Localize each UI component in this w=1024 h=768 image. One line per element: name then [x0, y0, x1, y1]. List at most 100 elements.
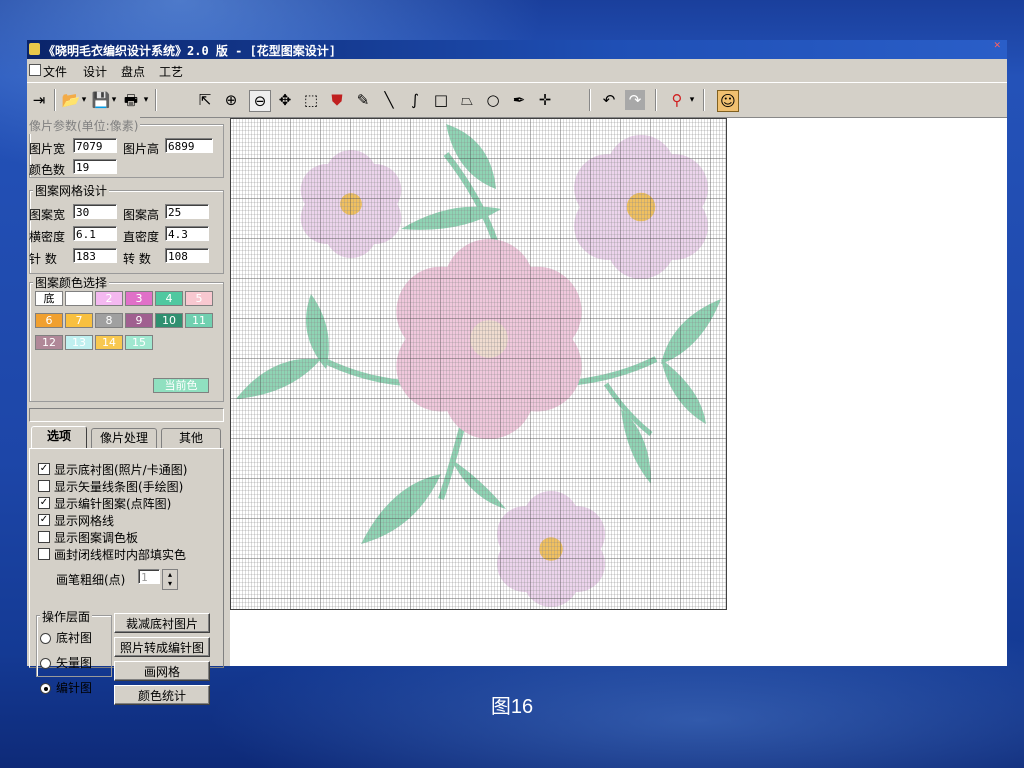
close-icon[interactable]: ✕	[993, 41, 1001, 51]
pan-icon[interactable]: ✥	[275, 90, 295, 110]
tab-options[interactable]: 选项	[31, 426, 87, 449]
coarse-grid	[231, 119, 726, 609]
color-swatch[interactable]: 6	[35, 313, 63, 328]
brush-size-label: 画笔粗细(点)	[56, 573, 126, 587]
option-checkbox[interactable]: ✓	[38, 514, 50, 526]
crop-background-button[interactable]: 裁减底衬图片	[114, 613, 210, 633]
dropdown-icon[interactable]: ▾	[109, 90, 119, 110]
brush-size-stepper[interactable]: ▴ ▾	[162, 569, 178, 590]
color-swatch[interactable]: 8	[95, 313, 123, 328]
option-label[interactable]: 画封闭线框时内部填实色	[54, 546, 186, 563]
rectangle-icon[interactable]: □	[431, 90, 451, 110]
document-icon[interactable]	[29, 64, 41, 76]
save-icon[interactable]: 💾	[91, 90, 111, 110]
polygon-icon[interactable]: ⏢	[457, 90, 477, 110]
option-checkbox[interactable]	[38, 480, 50, 492]
dropdown-icon[interactable]: ▾	[687, 90, 697, 110]
color-swatch[interactable]: 5	[185, 291, 213, 306]
pattern-width-label: 图案宽	[29, 208, 66, 222]
title-bar[interactable]: 《晓明毛衣编织设计系统》2.0 版 - [花型图案设计] ✕	[27, 40, 1007, 59]
color-swatch[interactable]: 2	[95, 291, 123, 306]
option-checkbox[interactable]: ✓	[38, 463, 50, 475]
toolbar: ⇥ 📂 ▾ 💾 ▾ 🖶 ▾ ⇱ ⊕ ⊖ ✥ ⬚ ⛊ ✎ ╲ ∫ □ ⏢ ○ ✒ …	[27, 82, 1007, 118]
splitter[interactable]	[29, 408, 224, 422]
undo-icon[interactable]: ↶	[599, 90, 619, 110]
design-canvas-area[interactable]	[230, 118, 1007, 666]
tab-image-processing[interactable]: 像片处理	[91, 428, 157, 448]
color-swatch[interactable]: 4	[155, 291, 183, 306]
image-width-field[interactable]: 7079	[73, 138, 117, 153]
print-icon[interactable]: 🖶	[121, 90, 141, 110]
brush-size-field[interactable]: 1	[138, 569, 160, 584]
image-height-field[interactable]: 6899	[165, 138, 213, 153]
photo-to-stitch-button[interactable]: 照片转成编针图	[114, 637, 210, 657]
pencil-icon[interactable]: ✎	[353, 90, 373, 110]
color-count-field[interactable]: 19	[73, 159, 117, 174]
h-density-field[interactable]: 6.1	[73, 226, 117, 241]
rows-field[interactable]: 108	[165, 248, 209, 263]
option-label[interactable]: 显示图案调色板	[54, 529, 138, 546]
tab-other[interactable]: 其他	[161, 428, 221, 448]
pattern-height-label: 图案高	[123, 208, 160, 222]
pattern-canvas[interactable]	[230, 118, 727, 610]
layer-label[interactable]: 底衬图	[56, 629, 92, 646]
layer-radio[interactable]	[40, 633, 51, 644]
color-swatch[interactable]: 11	[185, 313, 213, 328]
crosshair-icon[interactable]: ✛	[535, 90, 555, 110]
option-checkbox[interactable]: ✓	[38, 497, 50, 509]
color-swatch[interactable]: 12	[35, 335, 63, 350]
option-label[interactable]: 显示编针图案(点阵图)	[54, 495, 171, 512]
pattern-height-field[interactable]: 25	[165, 204, 209, 219]
color-swatch[interactable]: 底	[35, 291, 63, 306]
color-count-label: 颜色数	[29, 163, 66, 177]
person-icon[interactable]: ☺	[717, 90, 739, 112]
menu-file[interactable]: 文件	[43, 63, 67, 80]
app-icon	[29, 43, 40, 55]
figure-caption: 图16	[490, 696, 534, 718]
option-label[interactable]: 显示网格线	[54, 512, 114, 529]
dropdown-icon[interactable]: ▾	[79, 90, 89, 110]
exit-icon[interactable]: ⇥	[29, 90, 49, 110]
color-swatch[interactable]: 13	[65, 335, 93, 350]
menu-process[interactable]: 工艺	[159, 63, 183, 80]
toolbar-separator	[703, 89, 705, 111]
color-swatch[interactable]: 10	[155, 313, 183, 328]
open-icon[interactable]: 📂	[61, 90, 81, 110]
menu-inventory[interactable]: 盘点	[121, 63, 145, 80]
color-swatch[interactable]: 14	[95, 335, 123, 350]
option-label[interactable]: 显示矢量线条图(手绘图)	[54, 478, 183, 495]
mirror-icon[interactable]: ⚲	[667, 90, 687, 110]
color-select-legend: 图案颜色选择	[33, 274, 110, 291]
v-density-label: 直密度	[123, 230, 160, 244]
zoom-in-icon[interactable]: ⊕	[221, 90, 241, 110]
line-icon[interactable]: ╲	[379, 90, 399, 110]
color-swatch[interactable]: 15	[125, 335, 153, 350]
color-swatch[interactable]: 9	[125, 313, 153, 328]
dropdown-icon[interactable]: ▾	[141, 90, 151, 110]
color-picker-icon[interactable]: ✒	[509, 90, 529, 110]
option-label[interactable]: 显示底衬图(照片/卡通图)	[54, 461, 187, 478]
draw-grid-button[interactable]: 画网格	[114, 661, 210, 681]
option-checkbox[interactable]	[38, 531, 50, 543]
menu-design[interactable]: 设计	[83, 63, 107, 80]
toolbar-separator	[589, 89, 591, 111]
layer-radio[interactable]	[40, 658, 51, 669]
rect-select-icon[interactable]: ⬚	[301, 90, 321, 110]
color-swatch[interactable]: 1	[65, 291, 93, 306]
stitches-field[interactable]: 183	[73, 248, 117, 263]
pattern-width-field[interactable]: 30	[73, 204, 117, 219]
zoom-out-icon[interactable]: ⊖	[249, 90, 271, 112]
ellipse-icon[interactable]: ○	[483, 90, 503, 110]
v-density-field[interactable]: 4.3	[165, 226, 209, 241]
pattern-drawing	[231, 119, 726, 609]
layer-label[interactable]: 矢量图	[56, 654, 92, 671]
color-swatch[interactable]: 3	[125, 291, 153, 306]
paint-bucket-icon[interactable]: ⛊	[327, 90, 347, 110]
color-swatch[interactable]: 7	[65, 313, 93, 328]
option-checkbox[interactable]	[38, 548, 50, 560]
redo-icon[interactable]: ↷	[625, 90, 645, 110]
grid-design-legend: 图案网格设计	[33, 182, 110, 199]
current-color-swatch[interactable]: 当前色	[153, 378, 209, 393]
pointer-icon[interactable]: ⇱	[195, 90, 215, 110]
curve-icon[interactable]: ∫	[405, 90, 425, 110]
